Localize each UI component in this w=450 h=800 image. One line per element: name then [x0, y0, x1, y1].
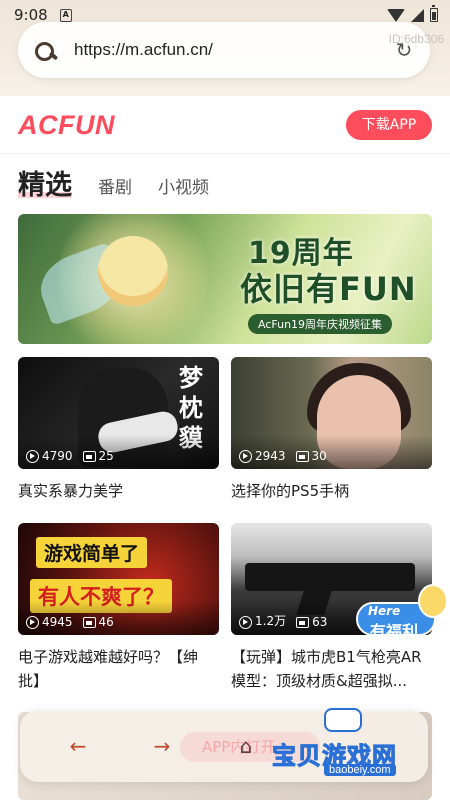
play-count-icon: [239, 450, 252, 463]
comment-icon: [82, 451, 96, 462]
video-thumbnail[interactable]: 2943 30: [231, 357, 432, 469]
welfare-promo[interactable]: Here 有福利: [356, 584, 448, 654]
video-card[interactable]: 梦枕貘 4790 25 真实系暴力美学: [18, 357, 219, 503]
view-count: 2943: [255, 449, 286, 463]
video-stats: 2943 30: [231, 435, 432, 469]
play-count-icon: [26, 616, 39, 629]
video-title[interactable]: 电子游戏越难越好吗？【绅批】: [18, 645, 219, 693]
site-watermark: 宝贝游戏网 baobeiy.com: [272, 708, 422, 776]
acfun-logo[interactable]: ACFUN: [18, 110, 115, 141]
video-thumbnail[interactable]: 梦枕貘 4790 25: [18, 357, 219, 469]
download-app-button[interactable]: 下载APP: [346, 110, 432, 140]
view-count: 4945: [42, 615, 73, 629]
view-count: 1.2万: [255, 614, 287, 628]
category-tabs: 精选 番剧 小视频: [18, 162, 209, 202]
site-header: ACFUN 下载APP: [0, 96, 450, 154]
view-count: 4790: [42, 449, 73, 463]
video-card[interactable]: 游戏简单了 有人不爽了？ 4945 46 电子游戏越难越好吗？【绅批】: [18, 523, 219, 693]
search-icon[interactable]: [32, 36, 60, 64]
play-count-icon: [26, 450, 39, 463]
video-stats: 4945 46: [18, 601, 219, 635]
id-tag: ID:6db306: [388, 32, 444, 46]
back-arrow-icon[interactable]: ←: [58, 734, 98, 758]
play-count-icon: [239, 616, 252, 629]
comment-count: 30: [311, 449, 327, 463]
video-stats: 4790 25: [18, 435, 219, 469]
promo-label: 有福利: [370, 622, 419, 641]
tab-featured[interactable]: 精选: [18, 163, 72, 202]
status-icons: [387, 5, 438, 22]
sim-notification-icon: A: [59, 8, 72, 22]
comment-icon: [295, 451, 309, 462]
promo-here-text: Here: [368, 604, 401, 618]
signal-icon: [411, 8, 424, 22]
comment-count: 46: [98, 615, 114, 629]
watermark-en: baobeiy.com: [324, 764, 396, 776]
promo-character: [418, 584, 448, 618]
video-thumbnail[interactable]: 游戏简单了 有人不爽了？ 4945 46: [18, 523, 219, 635]
forward-arrow-icon[interactable]: →: [142, 734, 182, 758]
comment-count: 25: [98, 449, 114, 463]
tab-anime[interactable]: 番剧: [98, 173, 132, 198]
thumb-overlay-text-1: 游戏简单了: [36, 537, 148, 568]
banner-character: [98, 236, 168, 306]
gamepad-icon: [324, 708, 362, 732]
url-text[interactable]: https://m.acfun.cn/: [74, 40, 213, 60]
banner-pill: AcFun19周年庆视频征集: [248, 314, 393, 334]
comment-count: 63: [312, 615, 328, 629]
url-bar[interactable]: https://m.acfun.cn/ ↻: [18, 22, 430, 78]
browser-top-area: 9:08 A https://m.acfun.cn/ ↻ ID:6db306: [0, 0, 450, 96]
battery-icon: [430, 5, 438, 22]
banner-subline: 依旧有FUN: [240, 270, 417, 308]
wifi-icon: [387, 8, 405, 22]
comment-icon: [296, 617, 310, 628]
tab-short-video[interactable]: 小视频: [158, 173, 209, 198]
comment-icon: [82, 617, 96, 628]
video-title[interactable]: 真实系暴力美学: [18, 479, 219, 503]
anniversary-banner[interactable]: 19周年 依旧有FUN AcFun19周年庆视频征集: [18, 214, 432, 344]
video-card[interactable]: 2943 30 选择你的PS5手柄: [231, 357, 432, 503]
video-title[interactable]: 选择你的PS5手柄: [231, 479, 432, 503]
